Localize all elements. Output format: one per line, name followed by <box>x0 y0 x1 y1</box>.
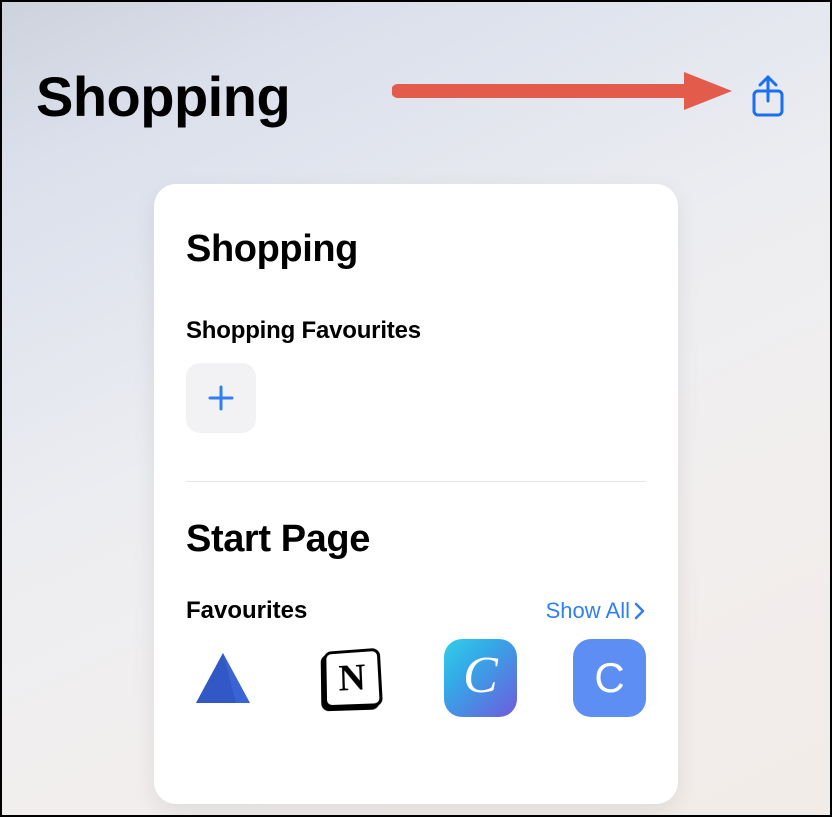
divider <box>186 481 646 482</box>
favourites-heading: Favourites <box>186 597 307 625</box>
show-all-button[interactable]: Show All <box>546 598 646 624</box>
header: Shopping <box>2 2 830 129</box>
favourites-icon-row: N C C <box>186 639 646 717</box>
add-favourite-button[interactable] <box>186 363 256 433</box>
share-button[interactable] <box>748 73 788 121</box>
favourite-icon-notion[interactable]: N <box>315 639 388 717</box>
canva-icon: C <box>463 650 498 702</box>
notion-icon: N <box>323 648 383 708</box>
favourite-icon-azure[interactable] <box>186 639 259 717</box>
favourite-icon-canva[interactable]: C <box>444 639 517 717</box>
content-card: Shopping Shopping Favourites Start Page … <box>154 184 678 804</box>
page-title: Shopping <box>36 64 290 129</box>
shopping-favourites-heading: Shopping Favourites <box>186 317 646 345</box>
letter-c-icon: C <box>594 654 624 702</box>
card-title: Shopping <box>186 228 646 271</box>
triangle-icon <box>192 647 254 709</box>
favourites-header-row: Favourites Show All <box>186 597 646 625</box>
plus-icon <box>206 383 236 413</box>
chevron-right-icon <box>634 602 646 620</box>
show-all-label: Show All <box>546 598 630 624</box>
start-page-title: Start Page <box>186 518 646 561</box>
favourite-icon-c-app[interactable]: C <box>573 639 646 717</box>
share-icon <box>750 75 786 119</box>
